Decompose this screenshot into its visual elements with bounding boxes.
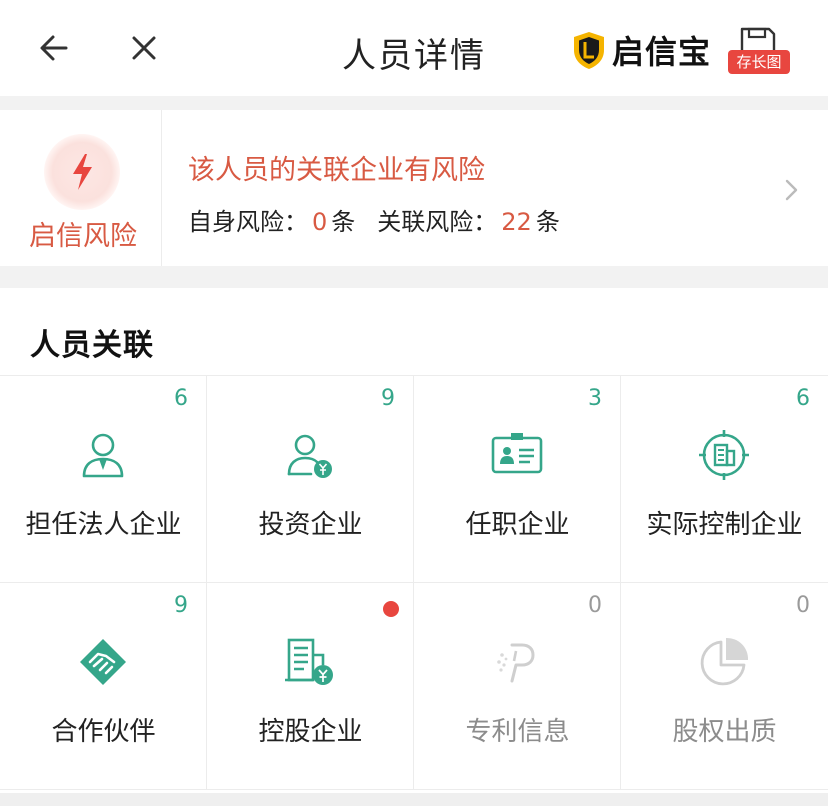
grid-item-actual-control[interactable]: 6 实际控制企业 xyxy=(621,376,828,583)
target-building-icon xyxy=(699,430,749,480)
risk-stats: 自身风险： 0 条关联风险： 22 条 xyxy=(188,202,560,237)
page-bottom-divider xyxy=(0,793,828,806)
investor-icon xyxy=(287,434,332,478)
id-card-icon xyxy=(491,433,543,474)
self-risk-unit: 条 xyxy=(331,208,356,236)
risk-headline: 该人员的关联企业有风险 xyxy=(188,155,485,186)
related-risk-label: 关联风险： xyxy=(377,208,498,236)
person-relations-section: 人员关联 6 担任法人企业 9 投资企业 3 任职企业 6 实际控制企业 9 合… xyxy=(0,288,828,793)
brand-name: 启信宝 xyxy=(612,33,712,71)
item-label: 担任法人企业 xyxy=(25,510,182,540)
brand-logo: 启信宝 xyxy=(572,28,711,72)
risk-badge-label: 启信风险 xyxy=(29,221,137,252)
holding-building-icon xyxy=(285,638,333,685)
grid-item-patents[interactable]: 0 专利信息 xyxy=(414,583,621,790)
related-risk-unit: 条 xyxy=(535,208,560,236)
risk-badge: 启信风险 xyxy=(0,110,162,266)
grid-item-partners[interactable]: 9 合作伙伴 xyxy=(0,583,207,790)
item-label: 合作伙伴 xyxy=(51,717,156,747)
item-count: 3 xyxy=(588,386,602,411)
top-navigation-bar: 人员详情 启信宝 存长图 xyxy=(0,0,828,96)
chevron-right-icon xyxy=(785,179,798,201)
lightning-bolt-icon xyxy=(73,154,92,190)
self-risk-count: 0 xyxy=(312,208,328,236)
item-count: 9 xyxy=(381,386,395,411)
grid-item-investments[interactable]: 9 投资企业 xyxy=(207,376,414,583)
item-label: 股权出质 xyxy=(672,717,777,747)
handshake-icon xyxy=(80,639,126,685)
item-count: 9 xyxy=(174,593,188,618)
risk-summary-card[interactable]: 启信风险 该人员的关联企业有风险 自身风险： 0 条关联风险： 22 条 xyxy=(0,110,828,266)
grid-item-holding-companies[interactable]: 控股企业 xyxy=(207,583,414,790)
grid-item-legal-representative[interactable]: 6 担任法人企业 xyxy=(0,376,207,583)
patent-icon xyxy=(497,643,535,683)
item-label: 专利信息 xyxy=(465,717,570,747)
grid-item-employment[interactable]: 3 任职企业 xyxy=(414,376,621,583)
item-count: 6 xyxy=(174,386,188,411)
related-risk-count: 22 xyxy=(501,208,532,236)
person-icon xyxy=(82,433,124,478)
relations-grid: 6 担任法人企业 9 投资企业 3 任职企业 6 实际控制企业 9 合作伙伴 控… xyxy=(0,375,828,791)
save-long-image-label: 存长图 xyxy=(728,50,790,74)
risk-badge-circle xyxy=(44,134,120,210)
shield-logo-icon xyxy=(574,32,604,69)
item-count: 6 xyxy=(796,386,810,411)
grid-item-equity-pledge[interactable]: 0 股权出质 xyxy=(621,583,828,790)
item-count: 0 xyxy=(796,593,810,618)
new-indicator-dot xyxy=(383,601,399,617)
self-risk-label: 自身风险： xyxy=(188,208,308,236)
section-title: 人员关联 xyxy=(30,328,154,363)
item-count: 0 xyxy=(588,593,602,618)
save-long-image-button[interactable]: 存长图 xyxy=(728,26,790,76)
item-label: 任职企业 xyxy=(465,510,570,540)
item-label: 实际控制企业 xyxy=(646,510,803,540)
item-label: 投资企业 xyxy=(258,510,363,540)
pie-chart-icon xyxy=(700,637,749,686)
item-label: 控股企业 xyxy=(258,717,363,747)
